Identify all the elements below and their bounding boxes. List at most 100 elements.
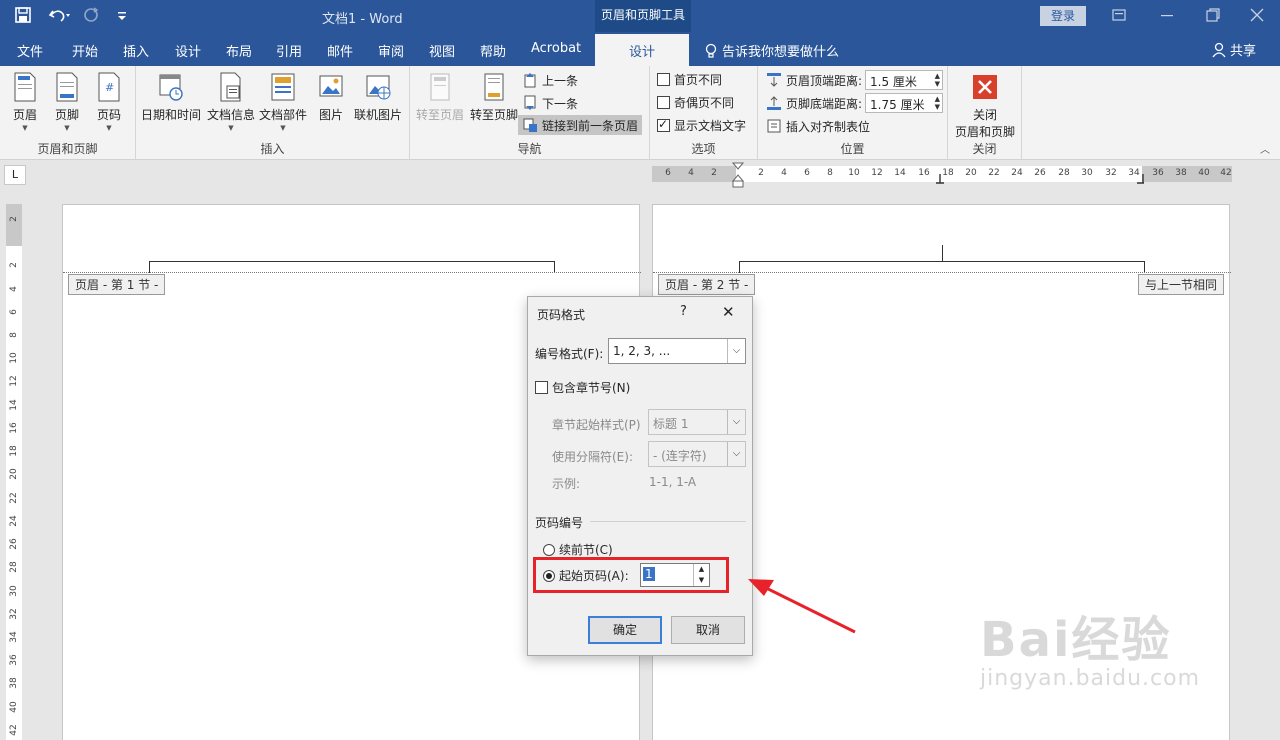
close-header-footer-button[interactable]: 关闭 页眉和页脚 [952, 72, 1018, 140]
chevron-down-icon: ⌵ [727, 442, 745, 466]
header-distance-icon [767, 73, 781, 87]
tab-layout[interactable]: 布局 [226, 41, 252, 60]
same-as-previous-tag: 与上一节相同 [1138, 274, 1225, 295]
lightbulb-icon [705, 43, 717, 58]
header-tab-guide [149, 261, 555, 262]
tab-references[interactable]: 引用 [276, 41, 302, 60]
doc-info-button[interactable]: 文档信息 ▼ [206, 72, 256, 132]
tab-mailings[interactable]: 邮件 [327, 41, 353, 60]
restore-icon[interactable] [1204, 6, 1224, 26]
customize-qat-icon[interactable] [116, 6, 136, 26]
highlight-box [533, 557, 729, 593]
help-button[interactable]: ? [680, 304, 687, 319]
group-position: 页眉顶端距离: 1.5 厘米 ▲ ▼ 页脚底端距离: 1.75 厘米 ▲ ▼ 插入对… [758, 66, 948, 160]
radio-circle [543, 543, 555, 556]
online-picture-icon [366, 75, 391, 100]
annotation-arrow-icon [748, 579, 856, 634]
picture-icon [319, 75, 343, 97]
spin-arrows-icon[interactable]: ▲ ▼ [935, 72, 940, 88]
header-section-2-tag: 页眉 - 第 2 节 - [658, 274, 756, 295]
next-icon [524, 95, 536, 110]
tell-me-search[interactable]: 告诉我你想要做什么 [704, 41, 839, 60]
share-button[interactable]: 共享 [1212, 40, 1256, 59]
example-label: 示例: [552, 477, 581, 491]
tab-file[interactable]: 文件 [17, 41, 43, 60]
group-label-position: 位置 [840, 142, 865, 156]
different-odd-even-checkbox[interactable]: 奇偶页不同 [657, 92, 734, 112]
tab-insert[interactable]: 插入 [123, 41, 149, 60]
picture-button[interactable]: 图片 [314, 72, 348, 123]
dialog-close-button[interactable]: ✕ [722, 303, 735, 321]
cancel-button[interactable]: 取消 [671, 616, 745, 644]
ok-button[interactable]: 确定 [588, 616, 662, 644]
link-previous-icon [523, 118, 537, 132]
doc-parts-button[interactable]: 文档部件 ▼ [258, 72, 308, 132]
include-chapter-checkbox[interactable]: 包含章节号(N) [535, 379, 630, 396]
previous-icon [524, 73, 536, 88]
next-button[interactable]: 下一条 [522, 93, 578, 113]
context-tool-label: 页眉和页脚工具 [595, 0, 691, 32]
tab-help[interactable]: 帮助 [480, 41, 506, 60]
tab-review[interactable]: 审阅 [378, 41, 404, 60]
date-time-button[interactable]: 日期和时间 [140, 72, 202, 123]
ribbon-tab-row: 文件 开始 插入 设计 布局 引用 邮件 审阅 视图 帮助 Acrobat 设计… [0, 32, 1280, 66]
chapter-style-select[interactable]: 标题 1 ⌵ [648, 409, 746, 435]
previous-button[interactable]: 上一条 [522, 70, 578, 90]
page-number-button[interactable]: # 页码 ▼ [92, 72, 126, 132]
login-button[interactable]: 登录 [1040, 6, 1086, 26]
alignment-tab-icon [767, 119, 781, 133]
goto-header-icon [430, 73, 450, 101]
goto-header-button[interactable]: 转至页眉 [414, 72, 466, 123]
group-insert: 日期和时间 文档信息 ▼ 文档部件 ▼ 图片 联机图片 插入 [136, 66, 410, 160]
minimize-icon[interactable] [1158, 6, 1178, 26]
redo-icon[interactable] [82, 6, 102, 26]
ribbon: 页眉 ▼ 页脚 ▼ # 页码 ▼ 页眉和页脚 日期和时间 文档信息 ▼ 文档部件… [0, 66, 1280, 160]
center-tab-stop-icon[interactable] [935, 174, 945, 184]
continue-from-previous-radio[interactable]: 续前节(C) [543, 541, 613, 558]
checkbox-box [657, 95, 670, 109]
show-document-text-checkbox[interactable]: 显示文档文字 [657, 115, 746, 135]
tab-view[interactable]: 视图 [429, 41, 455, 60]
group-navigation: 转至页眉 转至页脚 上一条 下一条 链接到前一条页眉 导航 [410, 66, 650, 160]
text-cursor [942, 245, 943, 262]
header-boundary [653, 272, 1231, 273]
checkbox-box-checked [657, 117, 670, 132]
header-button[interactable]: 页眉 ▼ [8, 72, 42, 132]
number-format-label: 编号格式(F): [535, 347, 604, 361]
header-boundary [63, 272, 641, 273]
horizontal-ruler-area: L 6 4 2 2 4 6 8 10 12 14 16 18 20 22 24 … [0, 160, 1280, 188]
footer-bottom-distance-input[interactable]: 1.75 厘米 ▲ ▼ [865, 93, 943, 113]
chevron-down-icon: ⌵ [727, 410, 745, 434]
online-picture-button[interactable]: 联机图片 [352, 72, 404, 123]
tab-header-footer-design[interactable]: 设计 [595, 34, 690, 66]
vertical-ruler[interactable]: 2 2 4 6 8 10 12 14 16 18 20 22 24 26 28 … [6, 204, 22, 740]
right-tab-stop-icon[interactable] [1136, 174, 1146, 184]
horizontal-ruler[interactable]: 6 4 2 2 4 6 8 10 12 14 16 18 20 22 24 26… [652, 162, 1232, 188]
close-window-icon[interactable] [1248, 6, 1268, 26]
save-icon[interactable] [14, 6, 34, 26]
ribbon-display-icon[interactable] [1110, 6, 1130, 26]
header-icon [14, 72, 36, 102]
tab-home[interactable]: 开始 [72, 41, 98, 60]
collapse-ribbon-icon[interactable]: ︿ [1260, 141, 1270, 156]
dropdown-caret-icon: ▼ [280, 124, 286, 132]
separator-select[interactable]: - (连字符) ⌵ [648, 441, 746, 467]
watermark-url: jingyan.baidu.com [980, 666, 1201, 691]
tab-design[interactable]: 设计 [175, 41, 201, 60]
goto-footer-button[interactable]: 转至页脚 [468, 72, 520, 123]
header-top-distance-input[interactable]: 1.5 厘米 ▲ ▼ [865, 70, 943, 90]
different-first-page-checkbox[interactable]: 首页不同 [657, 69, 722, 89]
footer-distance-icon [767, 96, 781, 110]
tab-selector[interactable]: L [4, 165, 26, 185]
link-to-previous-button[interactable]: 链接到前一条页眉 [518, 115, 643, 135]
tab-acrobat[interactable]: Acrobat [531, 41, 581, 56]
indent-marker-icon[interactable] [732, 162, 744, 188]
header-top-distance-label: 页眉顶端距离: [766, 70, 862, 90]
footer-button[interactable]: 页脚 ▼ [50, 72, 84, 132]
undo-icon[interactable] [48, 6, 70, 26]
header-section-1-tag: 页眉 - 第 1 节 - [68, 274, 166, 295]
spin-arrows-icon[interactable]: ▲ ▼ [935, 95, 940, 111]
group-label-insert: 插入 [260, 142, 285, 156]
insert-alignment-tab-button[interactable]: 插入对齐制表位 [766, 116, 870, 136]
number-format-select[interactable]: 1, 2, 3, ... ⌵ [608, 338, 746, 364]
